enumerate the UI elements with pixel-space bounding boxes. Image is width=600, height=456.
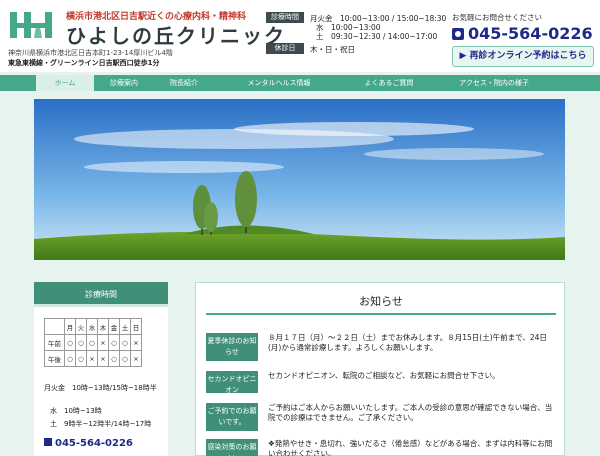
- news-body: ❖発熱やせき・息切れ、強いだるさ（倦怠感）などがある場合、まずは内科等にお問い合…: [268, 439, 553, 456]
- clinic-name[interactable]: ひよしの丘クリニック: [66, 20, 286, 49]
- day-sun: 日: [130, 318, 142, 335]
- schedule-cell: ○: [75, 334, 87, 351]
- sidebar-phone-number[interactable]: 045-564-0226: [55, 438, 133, 449]
- news-title: お知らせ: [206, 289, 556, 315]
- header-phone[interactable]: 045-564-0226: [452, 24, 593, 43]
- hero-image: [34, 99, 565, 260]
- online-reservation-button[interactable]: ▶ 再診オンライン予約はこちら: [452, 46, 594, 67]
- online-reservation-label: 再診オンライン予約はこちら: [469, 51, 587, 61]
- nav-item-access[interactable]: アクセス・院内の様子: [434, 75, 554, 91]
- schedule-row-am: 午前 ○ ○ ○ × ○ ○ ×: [44, 334, 142, 351]
- phone-icon: [452, 28, 464, 40]
- site-header: 横浜市港北区日吉駅近くの心療内科・精神科 ひよしの丘クリニック 神奈川県横浜市港…: [0, 0, 600, 72]
- schedule-cell: ○: [75, 350, 87, 367]
- schedule-cell: ×: [97, 350, 109, 367]
- news-label: セカンドオピニオン: [206, 371, 258, 394]
- news-label: ご予約でのお願いです。: [206, 403, 258, 431]
- news-panel: お知らせ 夏季休診のお知らせ ８月１７日（月）〜２２日（土）までお休みします。８…: [195, 282, 565, 456]
- news-body: ご予約はご本人からお願いいたします。ご本人の受診の意思が確認できない場合、当院で…: [268, 403, 553, 422]
- day-sat: 土: [119, 318, 131, 335]
- sidebar-phone[interactable]: 045-564-0226: [44, 438, 133, 449]
- day-mon: 月: [64, 318, 76, 335]
- hours-row-sat: 土 09:30~12:30 / 14:00~17:00: [316, 32, 438, 41]
- nav-item-mental-health[interactable]: メンタルヘルス情報: [214, 75, 344, 91]
- header-hours: 診療時間 月火金 10:00~13:00 / 15:00~18:30 水 10:…: [266, 10, 446, 66]
- day-fri: 金: [108, 318, 120, 335]
- nav-item-faq[interactable]: よくあるご質問: [344, 75, 434, 91]
- nav-item-home[interactable]: ホーム: [36, 75, 94, 91]
- schedule-cell: ○: [119, 334, 131, 351]
- schedule-cell: ×: [86, 350, 98, 367]
- contact-label: お気軽にお問合せください: [452, 13, 542, 22]
- schedule-table: 月 火 水 木 金 土 日 午前 ○ ○ ○ × ○ ○ × 午後 ○ ○ × …: [44, 318, 142, 367]
- schedule-cell: ○: [64, 350, 76, 367]
- day-tue: 火: [75, 318, 87, 335]
- header-phone-number[interactable]: 045-564-0226: [468, 24, 593, 43]
- side-hours-sat: 土 9時半~12時半/14時~17時: [50, 420, 152, 428]
- contact-box: お気軽にお問合せください 045-564-0226 ▶ 再診オンライン予約はこち…: [452, 10, 594, 68]
- row-label-pm: 午後: [44, 350, 65, 367]
- main-nav: ホーム 診療案内 院長紹介 メンタルヘルス情報 よくあるご質問 アクセス・院内の…: [0, 75, 600, 91]
- sidebar-hours: 診療時間 月 火 水 木 金 土 日 午前 ○ ○ ○ × ○ ○ × 午後 ○…: [34, 282, 168, 456]
- clinic-address: 神奈川県横浜市港北区日吉本町1-23-14厚川ビル4階: [8, 49, 173, 57]
- row-label-am: 午前: [44, 334, 65, 351]
- nav-item-director[interactable]: 院長紹介: [154, 75, 214, 91]
- hours-tag: 診療時間: [266, 12, 304, 23]
- schedule-cell: ○: [108, 350, 120, 367]
- schedule-corner: [44, 318, 65, 335]
- schedule-row-pm: 午後 ○ ○ × × ○ ○ ×: [44, 350, 142, 367]
- schedule-cell: ○: [64, 334, 76, 351]
- schedule-cell: ○: [119, 350, 131, 367]
- news-body: ８月１７日（月）〜２２日（土）までお休みします。８月15日(土)午前まで、24日…: [268, 333, 547, 352]
- schedule-cell: ×: [97, 334, 109, 351]
- side-hours-wed: 水 10時~13時: [50, 407, 102, 415]
- schedule-cell: ○: [108, 334, 120, 351]
- access-info: 東急東横線・グリーンライン日吉駅西口徒歩1分: [8, 59, 160, 67]
- schedule-cell: ×: [130, 334, 142, 351]
- schedule-header-row: 月 火 水 木 金 土 日: [44, 318, 142, 335]
- day-thu: 木: [97, 318, 109, 335]
- news-body: セカンドオピニオン、転院のご相談など、お気軽にお問合せ下さい。: [268, 371, 500, 380]
- news-label: 夏季休診のお知らせ: [206, 333, 258, 361]
- clinic-logo-icon[interactable]: [8, 10, 60, 40]
- side-hours-mon-tue-fri: 月火金 10時~13時/15時~18時半: [44, 384, 157, 392]
- schedule-cell: ×: [130, 350, 142, 367]
- phone-icon: [44, 438, 52, 446]
- arrow-right-icon: ▶: [459, 51, 467, 61]
- nav-item-services[interactable]: 診療案内: [94, 75, 154, 91]
- closed-days: 木・日・祝日: [310, 45, 355, 54]
- schedule-cell: ○: [86, 334, 98, 351]
- day-wed: 水: [86, 318, 98, 335]
- news-label: 感染対策のお願い: [206, 439, 258, 456]
- sidebar-title: 診療時間: [34, 282, 168, 307]
- closed-tag: 休診日: [266, 43, 304, 54]
